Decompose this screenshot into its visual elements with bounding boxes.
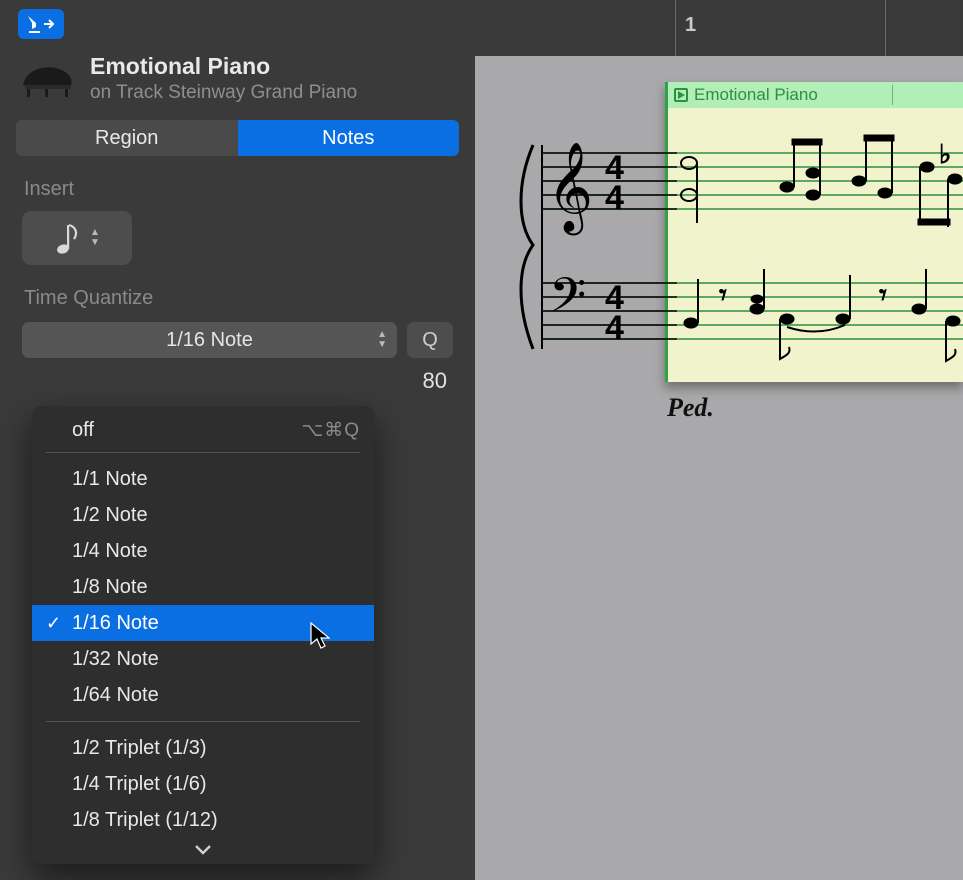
dropdown-item-label: 1/4 Note [72,540,148,563]
dropdown-item[interactable]: ✓ 1/16 Note [32,605,374,641]
dropdown-item-label: 1/1 Note [72,468,148,491]
svg-text:♭: ♭ [939,139,951,169]
dropdown-item-label: 1/16 Note [72,612,159,635]
bass-clef-icon: 𝄢 [549,269,586,334]
dropdown-item-label: 1/4 Triplet (1/6) [72,773,207,796]
dropdown-item-label: 1/2 Note [72,504,148,527]
dropdown-separator [46,452,360,453]
svg-text:𝄾: 𝄾 [879,279,887,312]
svg-text:𝄾: 𝄾 [719,279,727,312]
dropdown-item[interactable]: 1/8 Triplet (1/12) [32,802,374,838]
dropdown-item-label: 1/64 Note [72,684,159,707]
dropdown-item[interactable]: 1/64 Note [32,677,374,713]
dropdown-item-label: 1/8 Note [72,576,148,599]
inspector-tab-control: Region Notes [16,120,459,156]
dropdown-item[interactable]: 1/1 Note [32,461,374,497]
time-quantize-current-value: 1/16 Note [166,329,253,352]
region-subtitle: on Track Steinway Grand Piano [90,80,357,104]
region-loop-icon [674,88,688,102]
insert-label: Insert [0,156,475,207]
stepper-arrows-icon: ▲▼ [377,331,387,349]
bar-tick [885,0,886,56]
svg-text:4: 4 [605,179,624,217]
dropdown-item[interactable]: 1/32 Note [32,641,374,677]
eighth-note-icon [54,219,82,257]
region-title: Emotional Piano [90,53,357,80]
insert-note-value-selector[interactable]: ▲▼ [22,211,132,265]
keyboard-shortcut: ⌥⌘Q [301,419,360,442]
stepper-arrows-icon: ▲▼ [90,229,100,247]
score-notation[interactable]: 𝄞 𝄢 4 4 4 4 ♭ [487,123,963,463]
dropdown-item-label: 1/8 Triplet (1/12) [72,809,218,832]
dropdown-item[interactable]: 1/4 Triplet (1/6) [32,766,374,802]
bar-number: 1 [685,14,696,37]
time-quantize-dropdown: off ⌥⌘Q 1/1 Note 1/2 Note 1/4 Note 1/8 Note… [32,406,374,864]
dropdown-item-label: 1/32 Note [72,648,159,671]
treble-clef-icon: 𝄞 [547,142,593,236]
time-quantize-select[interactable]: 1/16 Note ▲▼ [22,322,397,358]
tab-notes[interactable]: Notes [238,120,460,156]
check-icon: ✓ [46,613,61,634]
svg-text:4: 4 [605,309,624,347]
region-block-label: Emotional Piano [694,85,818,105]
region-tick [892,85,893,105]
dropdown-item-off[interactable]: off ⌥⌘Q [32,412,374,448]
track-instrument-thumb [18,59,76,99]
chevron-down-icon [194,844,212,856]
dropdown-item[interactable]: 1/2 Triplet (1/3) [32,730,374,766]
tab-region[interactable]: Region [16,120,238,156]
filter-forward-button[interactable] [18,9,64,39]
region-header-bar[interactable]: Emotional Piano [668,82,963,108]
dropdown-item[interactable]: 1/8 Note [32,569,374,605]
time-quantize-label: Time Quantize [0,265,475,316]
pedal-mark: Ped. [667,393,714,423]
quantize-now-button[interactable]: Q [407,322,453,358]
quantize-strength-value[interactable]: 80 [423,368,447,394]
dropdown-more-below[interactable] [32,842,374,858]
filter-forward-icon [27,15,55,33]
grand-piano-icon [19,59,75,99]
timeline-ruler[interactable]: 1 [475,0,963,56]
dropdown-item-label: 1/2 Triplet (1/3) [72,737,207,760]
dropdown-separator [46,721,360,722]
dropdown-item[interactable]: 1/4 Note [32,533,374,569]
bar-tick [675,0,676,56]
dropdown-item[interactable]: 1/2 Note [32,497,374,533]
dropdown-item-label: off [72,419,94,442]
